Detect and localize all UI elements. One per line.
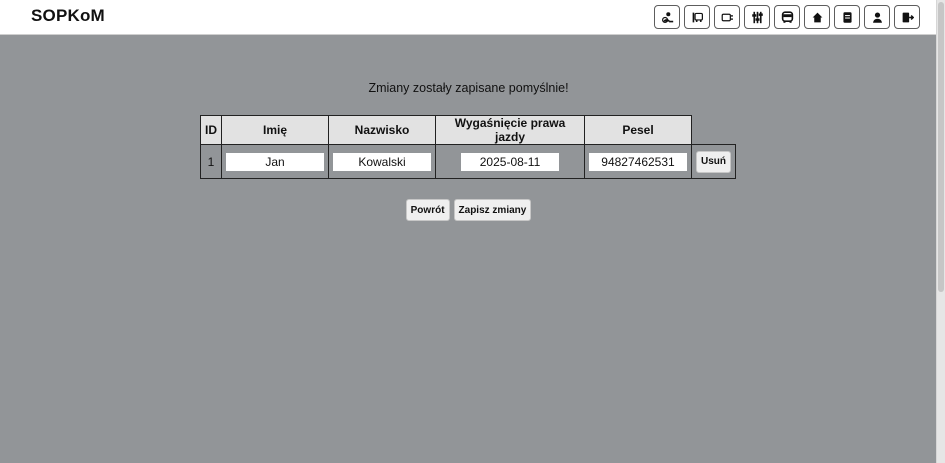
driver-icon	[661, 11, 674, 24]
nav-documents-button[interactable]	[834, 5, 860, 29]
vertical-scrollbar[interactable]	[936, 0, 945, 463]
cell-id: 1	[200, 144, 222, 179]
column-header-id: ID	[200, 115, 222, 145]
cell-first-name	[221, 144, 329, 179]
success-message: Zmiany zostały zapisane pomyślnie!	[368, 81, 569, 95]
table-row: 1 Usuń	[200, 144, 736, 179]
app-brand: SOPKoM	[31, 6, 105, 25]
bus-stop-icon	[691, 11, 704, 24]
last-name-input[interactable]	[333, 152, 431, 171]
drivers-table: ID Imię Nazwisko Wygaśnięcie prawa jazdy…	[200, 115, 736, 179]
nav-logout-button[interactable]	[894, 5, 920, 29]
bus-icon	[781, 10, 794, 24]
scrollbar-thumb[interactable]	[938, 2, 944, 292]
license-expiry-input[interactable]	[461, 152, 559, 171]
nav-profile-button[interactable]	[864, 5, 890, 29]
home-icon	[811, 11, 824, 24]
form-actions: Powrót Zapisz zmiany	[0, 199, 937, 221]
top-navigation-bar: SOPKoM	[0, 0, 937, 35]
cell-last-name	[328, 144, 436, 179]
nav-home-button[interactable]	[804, 5, 830, 29]
nav-button-group	[654, 5, 920, 29]
nav-schedule-button[interactable]	[744, 5, 770, 29]
cell-actions: Usuń	[691, 144, 736, 179]
pesel-input[interactable]	[589, 152, 687, 171]
cell-license-expiry	[435, 144, 585, 179]
document-icon	[841, 11, 854, 24]
nav-drivers-button[interactable]	[654, 5, 680, 29]
sliders-icon	[751, 11, 764, 24]
first-name-input[interactable]	[226, 152, 324, 171]
vehicle-card-icon	[721, 11, 734, 24]
column-header-first-name: Imię	[221, 115, 329, 145]
user-icon	[871, 11, 884, 24]
nav-buses-button[interactable]	[774, 5, 800, 29]
table-header-row: ID Imię Nazwisko Wygaśnięcie prawa jazdy…	[200, 115, 736, 145]
column-header-actions	[692, 116, 736, 145]
back-button[interactable]: Powrót	[405, 199, 450, 221]
nav-vehicles-button[interactable]	[714, 5, 740, 29]
column-header-pesel: Pesel	[584, 115, 692, 145]
cell-pesel	[584, 144, 692, 179]
column-header-last-name: Nazwisko	[328, 115, 436, 145]
delete-row-button[interactable]: Usuń	[696, 150, 731, 173]
column-header-license-expiry: Wygaśnięcie prawa jazdy	[435, 115, 585, 145]
logout-icon	[901, 11, 914, 24]
save-changes-button[interactable]: Zapisz zmiany	[453, 199, 532, 221]
nav-stops-button[interactable]	[684, 5, 710, 29]
